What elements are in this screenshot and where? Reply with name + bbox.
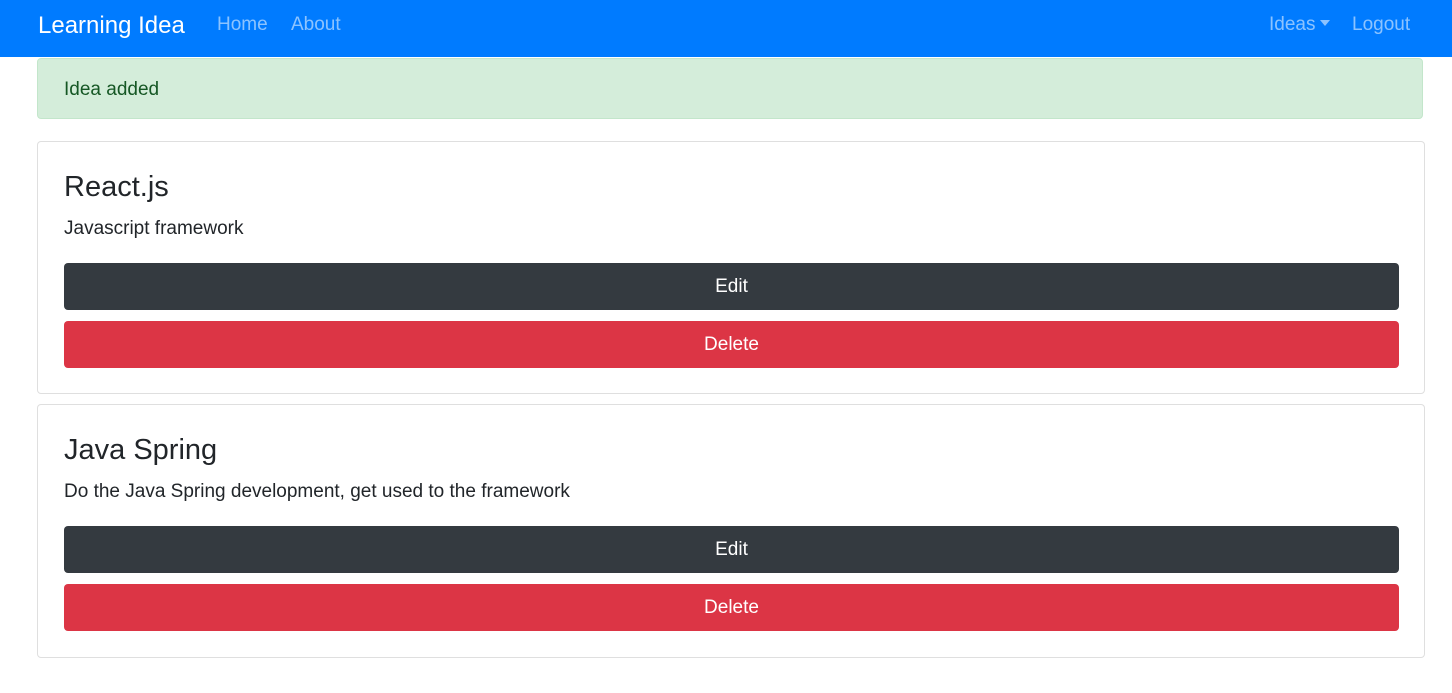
- idea-details: Javascript framework: [64, 218, 244, 239]
- delete-button[interactable]: Delete: [64, 584, 1399, 631]
- nav-home-link[interactable]: Home: [217, 13, 268, 37]
- ideas-dropdown-label: Ideas: [1269, 14, 1316, 35]
- edit-button[interactable]: Edit: [64, 263, 1399, 310]
- idea-card: Java Spring Do the Java Spring developme…: [37, 404, 1425, 658]
- logout-link[interactable]: Logout: [1352, 13, 1410, 37]
- ideas-dropdown-toggle[interactable]: Ideas: [1269, 13, 1331, 37]
- navbar: Learning Idea Home About Ideas Logout: [0, 0, 1452, 57]
- idea-card: React.js Javascript framework Edit Delet…: [37, 141, 1425, 394]
- alert-message: Idea added: [64, 79, 160, 100]
- caret-down-icon: [1320, 20, 1331, 26]
- idea-details: Do the Java Spring development, get used…: [64, 481, 570, 502]
- edit-button[interactable]: Edit: [64, 526, 1399, 573]
- idea-title: Java Spring: [64, 434, 218, 466]
- nav-about-link[interactable]: About: [291, 13, 341, 37]
- delete-button[interactable]: Delete: [64, 321, 1399, 368]
- success-alert: Idea added: [37, 58, 1423, 119]
- brand-link[interactable]: Learning Idea: [38, 11, 185, 41]
- idea-title: React.js: [64, 171, 169, 203]
